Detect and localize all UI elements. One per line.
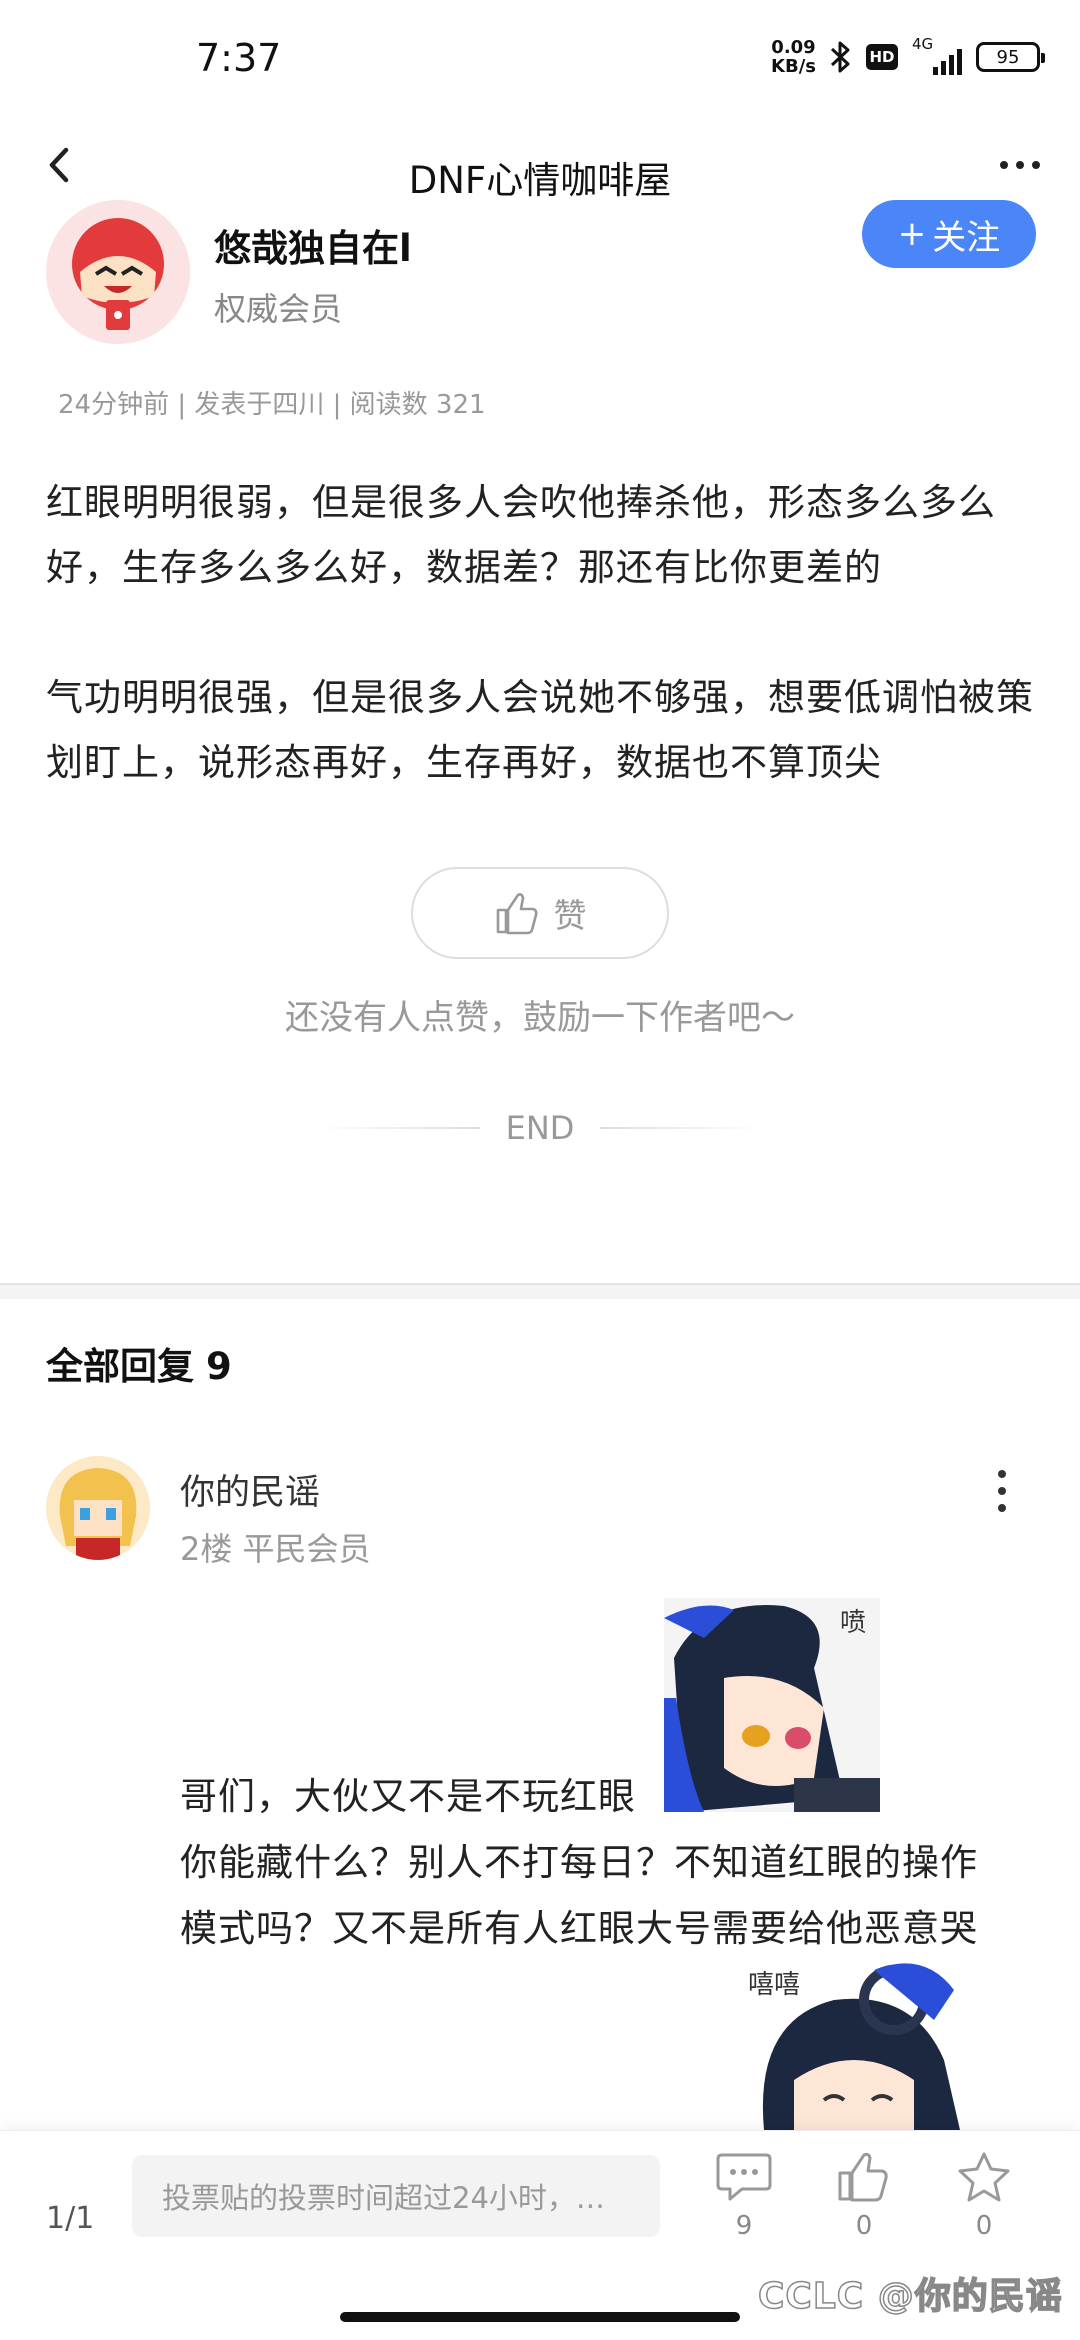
- page-title: DNF心情咖啡屋: [408, 159, 672, 202]
- end-divider-right: [599, 1127, 764, 1129]
- reply-meta: 2楼 平民会员: [180, 1530, 371, 1568]
- page-indicator[interactable]: 1/1: [46, 2201, 94, 2236]
- bluetooth-icon: [830, 41, 850, 73]
- reply-more-icon[interactable]: [984, 1466, 1020, 1516]
- status-icons: 0.09 KB/s HD 4G 95: [771, 35, 1045, 76]
- reply-avatar[interactable]: [46, 1456, 150, 1560]
- comment-icon: [716, 2153, 772, 2201]
- battery-level: 95: [996, 46, 1020, 68]
- status-time: 7:37: [196, 36, 282, 80]
- post-paragraph: 气功明明很强，但是很多人会说她不够强，想要低调怕被策划盯上，说形态再好，生存再好…: [46, 676, 1034, 784]
- favorite-count: 0: [975, 2211, 993, 2241]
- more-options-icon[interactable]: [990, 140, 1050, 190]
- status-bar: 7:37 0.09 KB/s HD 4G 95: [0, 0, 1080, 120]
- thumbs-up-icon: [838, 2152, 888, 2202]
- replies-header: 全部回复 9: [46, 1336, 232, 1390]
- star-icon: [958, 2152, 1010, 2202]
- reply-text-line: 你能藏什么？别人不打每日？不知道红眼的操作: [180, 1841, 978, 1884]
- replies-title: 全部回复: [46, 1345, 194, 1388]
- post-paragraph: 红眼明明很弱，但是很多人会吹他捧杀他，形态多么多么好，生存多么多么好，数据差？那…: [46, 481, 996, 589]
- author-name[interactable]: 悠哉独自在l: [214, 218, 412, 272]
- comment-button[interactable]: 9: [704, 2151, 784, 2241]
- like-post-button[interactable]: 赞: [411, 867, 669, 959]
- favorite-button[interactable]: 0: [944, 2151, 1024, 2241]
- like-hint: 还没有人点赞，鼓励一下作者吧～: [285, 998, 795, 1038]
- like-button[interactable]: 0: [824, 2151, 904, 2241]
- end-divider-left: [316, 1127, 480, 1129]
- section-divider: [0, 1283, 1080, 1299]
- like-label: 赞: [553, 896, 587, 935]
- reply-text-line: 模式吗？又不是所有人红眼大号需要给他恶意哭: [180, 1907, 978, 1950]
- end-marker: END: [316, 1108, 764, 1148]
- home-indicator[interactable]: [340, 2312, 740, 2322]
- reply-author-name[interactable]: 你的民谣: [180, 1464, 320, 1515]
- reply-sticker-image: 喷: [664, 1598, 880, 1812]
- signal-label: 4G: [912, 35, 934, 53]
- author-level: 权威会员: [214, 290, 343, 328]
- reply-sticker-image: 嘻嘻: [744, 1960, 960, 2130]
- watermark: CCLC @你的民谣: [757, 2275, 1063, 2318]
- reply-text-line: 哥们，大伙又不是不玩红眼: [180, 1775, 636, 1818]
- thumbs-up-icon: [496, 893, 537, 935]
- title-bar: DNF心情咖啡屋: [0, 120, 1080, 210]
- network-speed-unit: KB/s: [771, 56, 816, 77]
- end-label: END: [505, 1109, 575, 1147]
- author-avatar[interactable]: [46, 200, 190, 344]
- plus-icon: +: [897, 214, 927, 254]
- follow-label: 关注: [932, 217, 1001, 258]
- network-speed-value: 0.09: [771, 37, 816, 58]
- bottom-action-bar: 1/1 投票贴的投票时间超过24小时，… 9 0 0 CCLC @你的民谣: [0, 2130, 1080, 2340]
- comment-input[interactable]: 投票贴的投票时间超过24小时，…: [132, 2155, 660, 2237]
- sticker-text: 嘻嘻: [748, 1970, 801, 2000]
- signal-icon: 4G: [912, 35, 962, 75]
- battery-icon: 95: [976, 42, 1045, 72]
- post-meta: 24分钟前 | 发表于四川 | 阅读数 321: [58, 390, 486, 420]
- follow-button[interactable]: + 关注: [862, 200, 1036, 268]
- comment-count: 9: [735, 2211, 753, 2241]
- network-speed: 0.09 KB/s: [771, 38, 816, 76]
- sticker-text: 喷: [840, 1608, 867, 1638]
- hd-badge: HD: [866, 44, 898, 70]
- replies-count: 9: [206, 1345, 232, 1388]
- like-count: 0: [855, 2211, 873, 2241]
